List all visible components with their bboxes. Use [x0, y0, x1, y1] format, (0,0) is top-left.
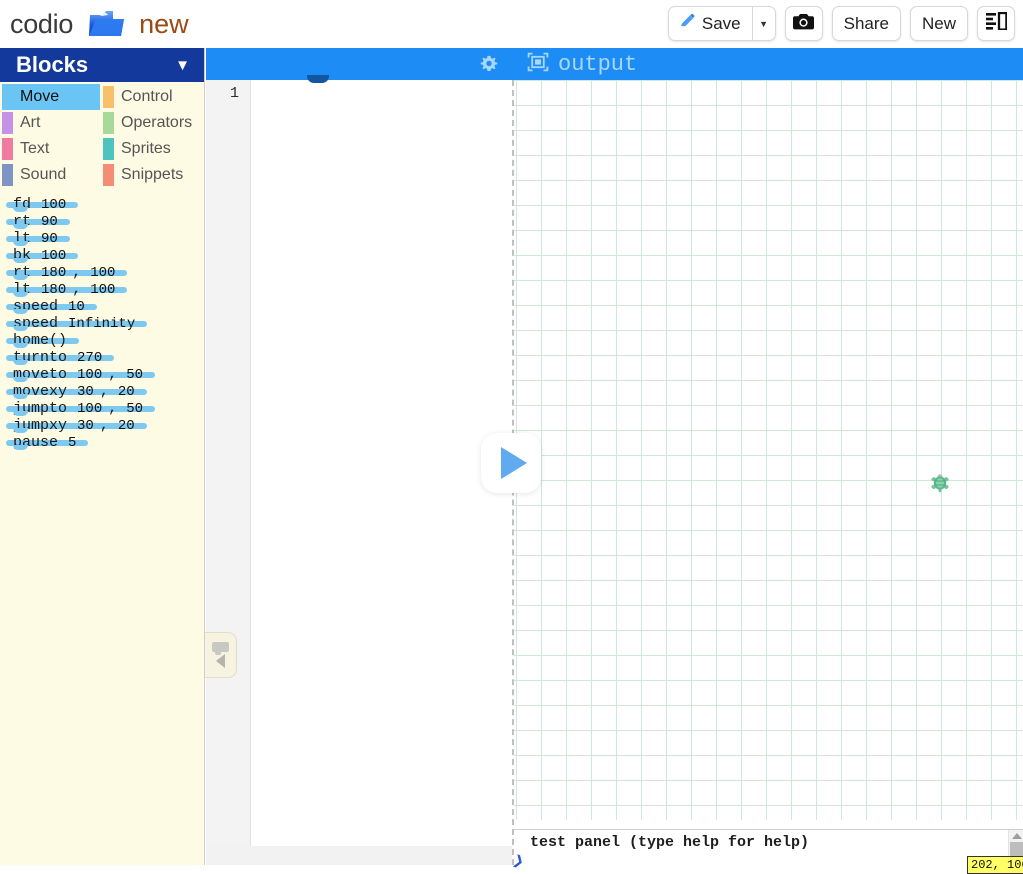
test-panel: test panel (type help for help) [512, 829, 1023, 866]
save-label: Save [701, 13, 741, 33]
coordinate-badge: 202, 106 [967, 856, 1023, 874]
category-color-swatch [2, 164, 13, 186]
run-button[interactable] [481, 433, 541, 493]
category-label: Sprites [121, 140, 171, 157]
blocks-panel-title: Blocks [16, 52, 89, 77]
turtle-canvas[interactable] [514, 80, 1023, 820]
layout-toggle-button[interactable] [977, 6, 1015, 41]
chevron-down-icon[interactable]: ▼ [175, 58, 190, 73]
category-label: Move [20, 88, 60, 105]
category-color-swatch [103, 112, 114, 134]
category-label: Text [20, 140, 50, 157]
fullscreen-icon[interactable] [527, 52, 549, 77]
category-label: Operators [121, 114, 193, 131]
palette-block-speed[interactable]: speed 10 [6, 299, 97, 314]
pencil-icon [679, 13, 696, 35]
category-sound[interactable]: Sound [2, 162, 103, 188]
blocks-panel-header[interactable]: Blocks ▼ [0, 48, 204, 82]
category-sprites[interactable]: Sprites [103, 136, 204, 162]
share-button[interactable]: Share [831, 6, 901, 41]
category-label: Snippets [121, 166, 184, 183]
category-control[interactable]: Control [103, 84, 204, 110]
play-icon [501, 447, 527, 479]
output-title: output [558, 51, 638, 77]
category-text[interactable]: Text [2, 136, 103, 162]
blocks-panel-collapse-handle[interactable] [205, 632, 237, 678]
palette-block-turnto[interactable]: turnto 270 [6, 350, 115, 365]
line-number-gutter: 1 [206, 80, 251, 865]
code-canvas[interactable] [251, 75, 512, 865]
palette-block-moveto[interactable]: moveto 100, 50 [6, 367, 156, 382]
category-color-swatch [103, 164, 114, 186]
category-label: Art [20, 114, 41, 131]
scroll-up-icon[interactable] [1012, 833, 1022, 839]
palette-block-fd[interactable]: fd 100 [6, 197, 79, 212]
palette-block-jumpto[interactable]: jumpto 100, 50 [6, 401, 156, 416]
save-dropdown-toggle[interactable]: ▼ [753, 7, 775, 40]
palette-block-lt[interactable]: lt 180, 100 [6, 282, 128, 297]
toolbar-actions: Save ▼ Share New [667, 6, 1015, 41]
line-number: 1 [229, 85, 239, 102]
category-art[interactable]: Art [2, 110, 103, 136]
folder-icon [87, 7, 127, 41]
new-button[interactable]: New [909, 6, 968, 41]
palette-block-pause[interactable]: pause 5 [6, 435, 89, 450]
document-name: new [139, 8, 189, 39]
category-label: Control [121, 88, 173, 105]
category-color-swatch [2, 138, 13, 160]
top-bar: codio new Save ▼ Share New [0, 0, 1023, 48]
palette-block-jumpxy[interactable]: jumpxy 30, 20 [6, 418, 147, 433]
palette-block-lt[interactable]: lt 90 [6, 231, 70, 246]
code-editor-panel: 1 [206, 48, 512, 865]
gear-icon[interactable] [480, 55, 498, 73]
camera-icon [793, 13, 815, 35]
category-color-swatch [2, 86, 13, 108]
collapse-left-icon [216, 654, 225, 668]
brand-name: codio [10, 8, 74, 39]
category-color-swatch [103, 138, 114, 160]
palette-block-rt[interactable]: rt 90 [6, 214, 70, 229]
category-operators[interactable]: Operators [103, 110, 204, 136]
editor-header [206, 48, 512, 80]
brand: codio new [0, 7, 189, 41]
editor-body: 1 [206, 75, 512, 865]
palette-block-speed[interactable]: speed Infinity [6, 316, 148, 331]
palette-block-bk[interactable]: bk 100 [6, 248, 79, 263]
output-panel: output [512, 48, 1023, 865]
palette-block-home[interactable]: home() [6, 333, 80, 348]
blocks-panel: Blocks ▼ Move Control Art Operators Text… [0, 48, 205, 865]
category-color-swatch [2, 112, 13, 134]
editor-bottom-strip [206, 846, 512, 865]
category-color-swatch [103, 86, 114, 108]
partial-block-notch [307, 75, 329, 83]
save-button-group[interactable]: Save ▼ [667, 6, 776, 41]
panel-layout-icon [985, 11, 1008, 35]
test-panel-title: test panel (type help for help) [530, 834, 810, 851]
category-move[interactable]: Move [2, 84, 100, 110]
category-label: Sound [20, 166, 67, 183]
screenshot-button[interactable] [784, 6, 823, 41]
block-list: fd 100 rt 90 lt 90 bk 100 rt 180, 100 lt 180, 100 spee… [0, 188, 204, 457]
output-header: output [512, 48, 1023, 80]
category-grid: Move Control Art Operators Text Sprites … [0, 82, 204, 188]
turtle-icon [929, 472, 951, 494]
palette-block-movexy[interactable]: movexy 30, 20 [6, 384, 147, 399]
block-icon [212, 642, 229, 655]
save-button[interactable]: Save [669, 7, 752, 40]
palette-block-rt[interactable]: rt 180, 100 [6, 265, 128, 280]
category-snippets[interactable]: Snippets [103, 162, 204, 188]
